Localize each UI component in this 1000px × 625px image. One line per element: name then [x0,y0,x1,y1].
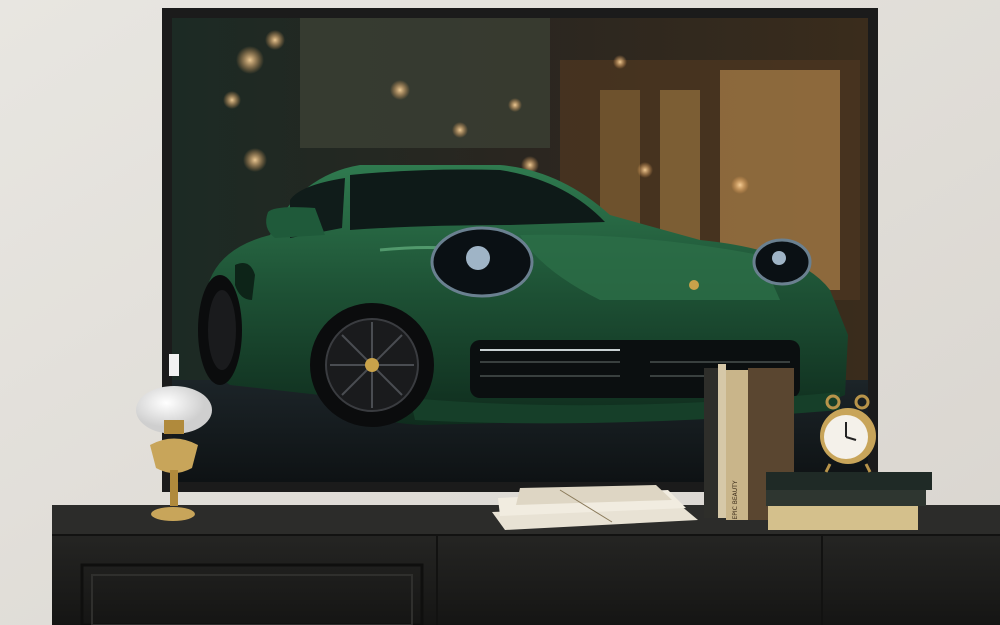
room-scene: EPIC BEAUTY [0,0,1000,625]
hood-badge [689,280,699,290]
stacked-books [766,472,932,530]
book-spine-text: EPIC BEAUTY [732,480,739,519]
rear-wheel [198,275,242,385]
front-wheel [310,303,434,427]
